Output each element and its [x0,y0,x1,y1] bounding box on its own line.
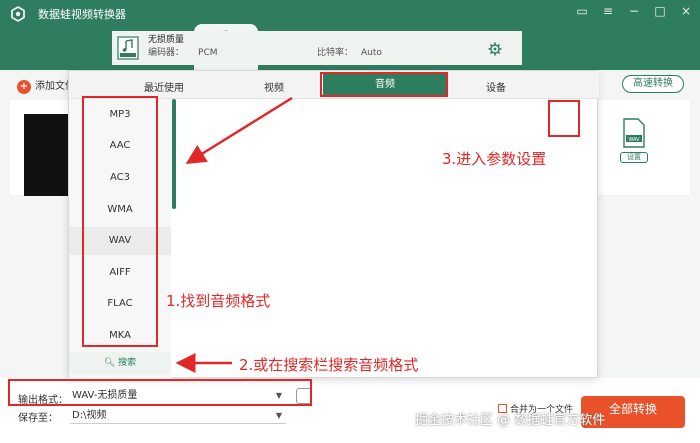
annotation-step1: 1.找到音频格式 [166,292,271,310]
close-icon[interactable]: × [678,4,694,18]
annotation-box-format-list [82,96,158,347]
save-to-select[interactable]: D:\视频 ▼ [70,408,286,424]
preset-codec: 编码器： PCM [148,45,218,58]
tab-video[interactable]: 视频 [229,79,319,94]
add-file-button[interactable]: + 添加文件 [17,77,75,94]
fast-convert-label: 高速转换 [633,78,673,89]
convert-all-label: 全部转换 [608,402,657,416]
audio-file-icon [117,36,139,60]
save-to-value: D:\视频 [72,410,107,421]
format-search[interactable]: 🔍︎ 搜索 [69,352,171,374]
menu-icon[interactable]: ≡ [600,4,616,18]
fast-convert-button[interactable]: 高速转换 [622,75,684,93]
codec-label: 编码器： [148,48,185,58]
file-settings-button[interactable]: 设置 [620,152,648,163]
wav-format-icon[interactable]: WAV [622,118,646,148]
scrollbar[interactable] [172,99,176,209]
preset-bitrate: 比特率： Auto [317,45,382,58]
annotation-box-output-format [8,379,312,406]
gear-icon[interactable] [488,42,502,56]
preset-title: 无损质量 [148,35,185,45]
annotation-step3: 3.进入参数设置 [442,150,547,168]
annotation-box-gear [548,100,580,137]
app-logo-icon [11,6,25,22]
annotation-box-audio-tab [320,72,448,97]
search-label: 搜索 [118,358,137,368]
codec-value: PCM [198,48,218,58]
bitrate-label: 比特率： [317,48,354,58]
minimize-icon[interactable]: − [626,4,642,18]
tab-recent[interactable]: 最近使用 [119,79,209,94]
annotation-step2: 2.或在搜索栏搜索音频格式 [239,356,419,374]
save-to-label: 保存至： [18,413,58,424]
dropdown-arrow-icon: ▼ [275,411,282,420]
maximize-icon[interactable]: □ [652,4,668,18]
search-icon: 🔍︎ [103,358,119,368]
bitrate-value: Auto [361,48,382,58]
watermark: 掘金技术社区 @ 数据蛙官方软件 [415,413,606,428]
tab-device[interactable]: 设备 [451,79,541,94]
format-badge: WAV [628,137,640,143]
settings-label: 设置 [627,153,641,161]
plus-icon: + [17,80,31,94]
message-icon[interactable]: ▭ [574,4,590,18]
app-title: 数据蛙视频转换器 [38,8,126,21]
